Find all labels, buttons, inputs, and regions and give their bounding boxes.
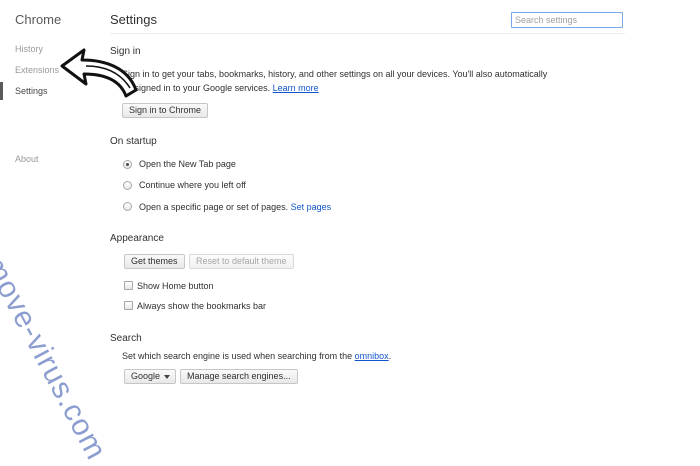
show-home-button-label: Show Home button — [137, 281, 214, 291]
page-title: Settings — [110, 12, 157, 27]
learn-more-link[interactable]: Learn more — [273, 83, 319, 93]
manage-search-engines-button[interactable]: Manage search engines... — [180, 369, 298, 384]
omnibox-link[interactable]: omnibox — [355, 351, 389, 361]
search-section-title: Search — [110, 333, 142, 344]
sidebar-item-about[interactable]: About — [15, 154, 39, 164]
radio-open-new-tab[interactable] — [123, 160, 132, 169]
get-themes-button[interactable]: Get themes — [124, 254, 185, 269]
search-engine-select[interactable]: Google — [124, 369, 176, 384]
set-pages-link[interactable]: Set pages — [291, 202, 332, 212]
radio-open-specific-pages[interactable] — [123, 202, 132, 211]
signin-description-line2: be signed in to your Google services. Le… — [122, 83, 319, 93]
chevron-down-icon — [164, 375, 170, 379]
radio-continue-where-left-off[interactable] — [123, 181, 132, 190]
sidebar-item-history[interactable]: History — [15, 44, 43, 54]
search-description: Set which search engine is used when sea… — [122, 351, 392, 361]
signin-description-line1: Sign in to get your tabs, bookmarks, his… — [122, 69, 548, 79]
option-open-new-tab-label: Open the New Tab page — [139, 159, 236, 169]
option-specific-pages-label: Open a specific page or set of pages. Se… — [139, 202, 332, 212]
watermark-text: 2-remove-virus.com — [0, 200, 113, 466]
signin-section-title: Sign in — [110, 46, 141, 57]
show-home-button-checkbox[interactable] — [124, 281, 133, 290]
option-continue-label: Continue where you left off — [139, 180, 246, 190]
reset-default-theme-button[interactable]: Reset to default theme — [189, 254, 294, 269]
header-divider — [110, 33, 625, 34]
active-nav-indicator — [0, 82, 3, 100]
sidebar-title: Chrome — [15, 12, 62, 27]
sidebar-item-settings[interactable]: Settings — [15, 86, 48, 96]
sidebar-item-extensions[interactable]: Extensions — [15, 65, 59, 75]
search-settings-input[interactable] — [511, 12, 623, 28]
show-bookmarks-bar-label: Always show the bookmarks bar — [137, 301, 267, 311]
show-bookmarks-bar-checkbox[interactable] — [124, 301, 133, 310]
appearance-section-title: Appearance — [110, 233, 164, 244]
startup-section-title: On startup — [110, 136, 157, 147]
sign-in-to-chrome-button[interactable]: Sign in to Chrome — [122, 103, 209, 118]
